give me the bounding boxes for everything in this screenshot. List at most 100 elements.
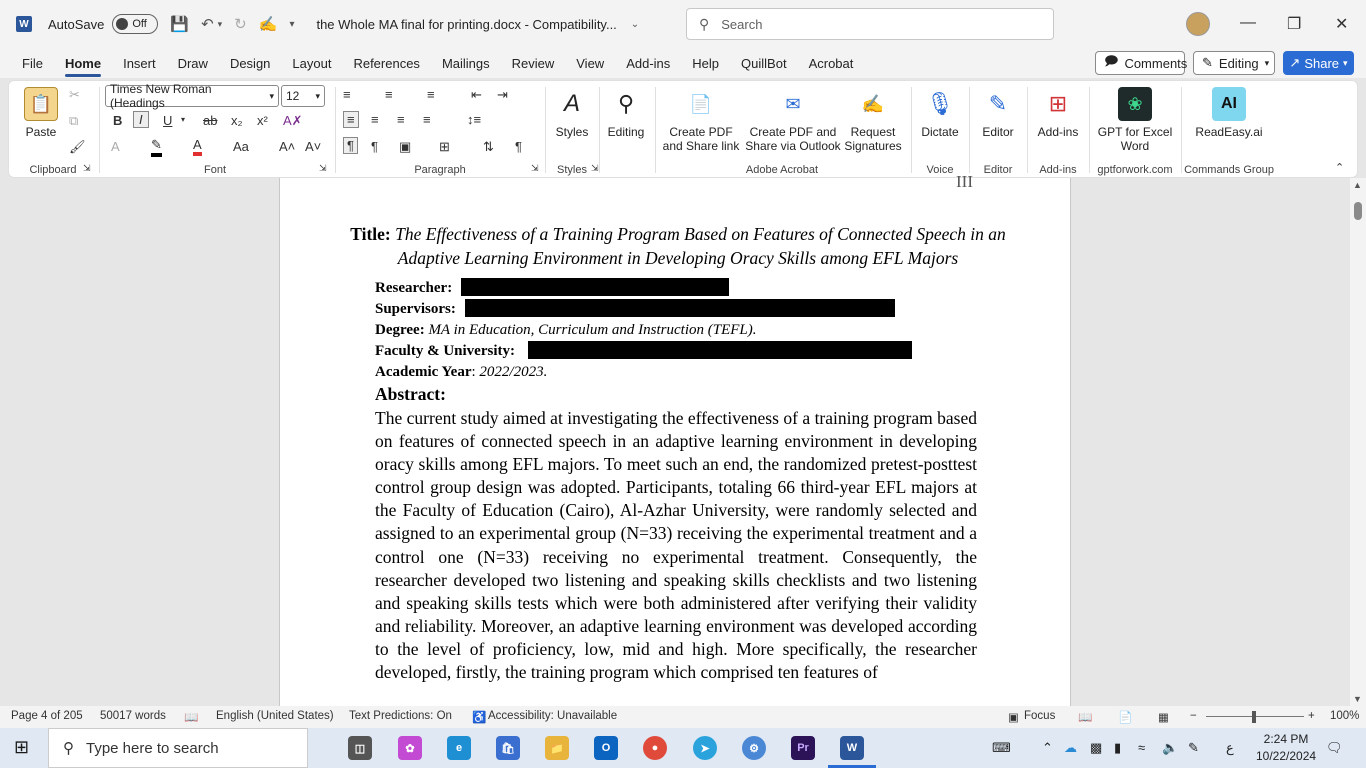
tab-acrobat[interactable]: Acrobat [809,56,854,71]
maximize-button[interactable]: ❐ [1287,14,1301,34]
font-size-select[interactable]: 12 ▾ [281,85,325,107]
zoom-in-icon[interactable]: + [1308,710,1315,722]
ltr-direction-icon[interactable]: ¶ [343,137,358,154]
volume-icon[interactable]: 🔈 [1162,740,1178,756]
dictate-button[interactable]: 🎙 Dictate [915,87,965,139]
tab-help[interactable]: Help [692,56,719,71]
highlight-color-icon[interactable]: ✎ [151,137,162,157]
vertical-scrollbar[interactable]: ▲ ▼ [1350,178,1366,706]
tab-layout[interactable]: Layout [292,56,331,71]
page-count[interactable]: Page 4 of 205 [11,710,83,722]
zoom-slider-thumb[interactable] [1252,711,1256,723]
chevron-up-icon[interactable]: ⌃ [1042,740,1053,756]
bullets-icon[interactable]: ≡ [343,87,351,102]
proofing-icon[interactable]: 📖 [184,710,198,724]
editor-button[interactable]: ✎ Editor [973,87,1023,139]
align-left-icon[interactable]: ≡ [343,111,359,128]
add-ins-button[interactable]: ⊞ Add-ins [1033,87,1083,139]
numbering-icon[interactable]: ≡ [385,87,393,102]
avatar[interactable] [1186,12,1210,36]
tab-design[interactable]: Design [230,56,270,71]
justify-icon[interactable]: ≡ [423,112,431,127]
shrink-font-icon[interactable]: A˅ [305,139,321,154]
word-taskbar-icon[interactable]: W [840,736,864,760]
decrease-indent-icon[interactable]: ⇤ [471,87,482,103]
dialog-launcher-icon[interactable]: ⇲ [591,163,599,174]
print-layout-icon[interactable]: 📄 [1118,710,1132,724]
borders-icon[interactable]: ⊞ [439,139,450,155]
shading-icon[interactable]: ▣ [399,139,411,155]
store-icon[interactable]: 🛍 [496,736,520,760]
text-effects-icon[interactable]: A [111,139,120,154]
line-spacing-icon[interactable]: ↕≡ [467,112,481,127]
word-count[interactable]: 50017 words [100,710,166,722]
input-language[interactable]: ع [1226,740,1234,756]
edge-icon[interactable]: e [447,736,471,760]
save-icon[interactable]: 💾 [170,15,189,33]
readeasy-button[interactable]: AI ReadEasy.ai [1189,87,1269,139]
tab-home[interactable]: Home [64,56,102,77]
tab-file[interactable]: File [22,56,43,71]
scroll-down-icon[interactable]: ▼ [1353,694,1362,704]
scrollbar-thumb[interactable] [1354,202,1362,220]
superscript-icon[interactable]: x² [257,113,268,128]
read-mode-icon[interactable]: 📖 [1078,710,1092,724]
font-name-select[interactable]: Times New Roman (Headings ▾ [105,82,279,110]
subscript-icon[interactable]: x₂ [231,113,243,128]
dialog-launcher-icon[interactable]: ⇲ [319,163,327,174]
tab-add-ins[interactable]: Add-ins [626,56,670,71]
tab-insert[interactable]: Insert [123,56,156,71]
onedrive-icon[interactable]: ☁ [1064,740,1077,756]
focus-button[interactable]: Focus [1024,710,1055,722]
clock[interactable]: 2:24 PM 10/22/2024 [1256,731,1316,765]
styles-button[interactable]: A Styles [551,87,593,139]
telegram-icon[interactable]: ➤ [693,736,717,760]
web-layout-icon[interactable]: ▦ [1158,710,1169,724]
sort-icon[interactable]: ⇅ [483,139,494,155]
tab-mailings[interactable]: Mailings [442,56,490,71]
collapse-ribbon-icon[interactable]: ⌃ [1335,161,1344,174]
zoom-out-icon[interactable]: − [1190,710,1197,722]
grow-font-icon[interactable]: A˄ [279,139,295,154]
multilevel-list-icon[interactable]: ≡ [427,87,435,102]
taskbar-search-input[interactable]: ⚲ Type here to search [48,728,308,768]
vpn-icon[interactable]: ⚙ [742,736,766,760]
underline-icon[interactable]: U [163,113,172,128]
pen-icon[interactable]: ✎ [1188,740,1199,756]
redo-icon[interactable]: ↻ [234,15,247,33]
minimize-button[interactable]: — [1240,14,1256,32]
undo-icon[interactable]: ↶ [201,15,214,33]
request-signatures-button[interactable]: ✍ Request Signatures [843,87,903,154]
strikethrough-icon[interactable]: ab [203,113,217,128]
title-chevron-icon[interactable]: ⌄ [631,19,639,30]
font-color-icon[interactable]: A [193,137,202,156]
close-button[interactable]: ✕ [1335,14,1348,34]
tab-quillbot[interactable]: QuillBot [741,56,787,71]
tab-references[interactable]: References [353,56,419,71]
draw-pen-icon[interactable]: ✍ [259,15,278,33]
premiere-icon[interactable]: Pr [791,736,815,760]
autosave-toggle[interactable]: Off [112,14,159,34]
zoom-level[interactable]: 100% [1330,710,1359,722]
chrome-icon[interactable]: ● [643,736,667,760]
scroll-up-icon[interactable]: ▲ [1353,180,1362,190]
battery-icon[interactable]: ▮ [1114,740,1121,756]
document-page[interactable]: III Title: The Effectiveness of a Traini… [279,172,1071,706]
task-view-icon[interactable]: ◫ [348,736,372,760]
align-right-icon[interactable]: ≡ [397,112,405,127]
tab-view[interactable]: View [576,56,604,71]
text-predictions-status[interactable]: Text Predictions: On [349,710,452,722]
chevron-down-icon[interactable]: ▾ [181,115,185,124]
editing-mode-button[interactable]: ✎ Editing ▾ [1193,51,1275,75]
keyboard-icon[interactable]: ⌨ [992,740,1011,756]
outlook-icon[interactable]: O [594,736,618,760]
rtl-direction-icon[interactable]: ¶ [371,139,378,154]
language-status[interactable]: English (United States) [216,710,334,722]
dialog-launcher-icon[interactable]: ⇲ [531,163,539,174]
change-case-icon[interactable]: Aa [233,139,249,154]
editing-button[interactable]: ⚲ Editing [603,87,649,139]
clear-formatting-icon[interactable]: A✗ [283,113,303,129]
tab-draw[interactable]: Draw [178,56,208,71]
windows-start-icon[interactable]: ⊞ [14,737,29,758]
gpt-for-excel-word-button[interactable]: ❀ GPT for Excel Word [1095,87,1175,153]
